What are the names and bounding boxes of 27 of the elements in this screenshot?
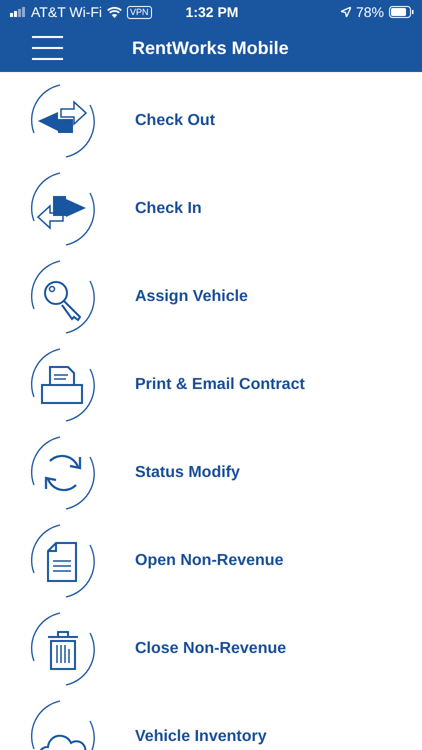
menu-item[interactable]: Assign Vehicle: [0, 253, 422, 341]
menu-item[interactable]: Print & Email Contract: [0, 341, 422, 429]
battery-icon: [389, 6, 414, 18]
menu-item-label: Close Non-Revenue: [135, 640, 286, 658]
carrier-name: AT&T Wi-Fi: [31, 4, 102, 20]
menu-item-label: Check In: [135, 200, 202, 218]
menu-item-label: Status Modify: [135, 464, 240, 482]
clock-time: 1:32 PM: [186, 4, 238, 20]
menu-icon: [32, 35, 63, 61]
signal-icon: [10, 7, 26, 17]
menu-item-label: Vehicle Inventory: [135, 728, 267, 746]
battery-percent: 78%: [356, 4, 384, 20]
menu-item[interactable]: Check In: [0, 165, 422, 253]
vpn-badge: VPN: [127, 6, 152, 18]
menu-button[interactable]: [32, 35, 63, 61]
menu-item[interactable]: Check Out: [0, 77, 422, 165]
app-title: RentWorks Mobile: [132, 38, 289, 58]
menu-item[interactable]: Vehicle Inventory: [0, 693, 422, 750]
menu-item-label: Print & Email Contract: [135, 376, 305, 394]
location-arrow-icon: [340, 7, 351, 17]
wifi-icon: [107, 6, 122, 18]
menu-item-label: Assign Vehicle: [135, 288, 248, 306]
menu-item-label: Open Non-Revenue: [135, 552, 284, 570]
menu-item[interactable]: Open Non-Revenue: [0, 517, 422, 605]
menu-item[interactable]: Close Non-Revenue: [0, 605, 422, 693]
menu-item-label: Check Out: [135, 112, 216, 130]
menu-item[interactable]: Status Modify: [0, 429, 422, 517]
